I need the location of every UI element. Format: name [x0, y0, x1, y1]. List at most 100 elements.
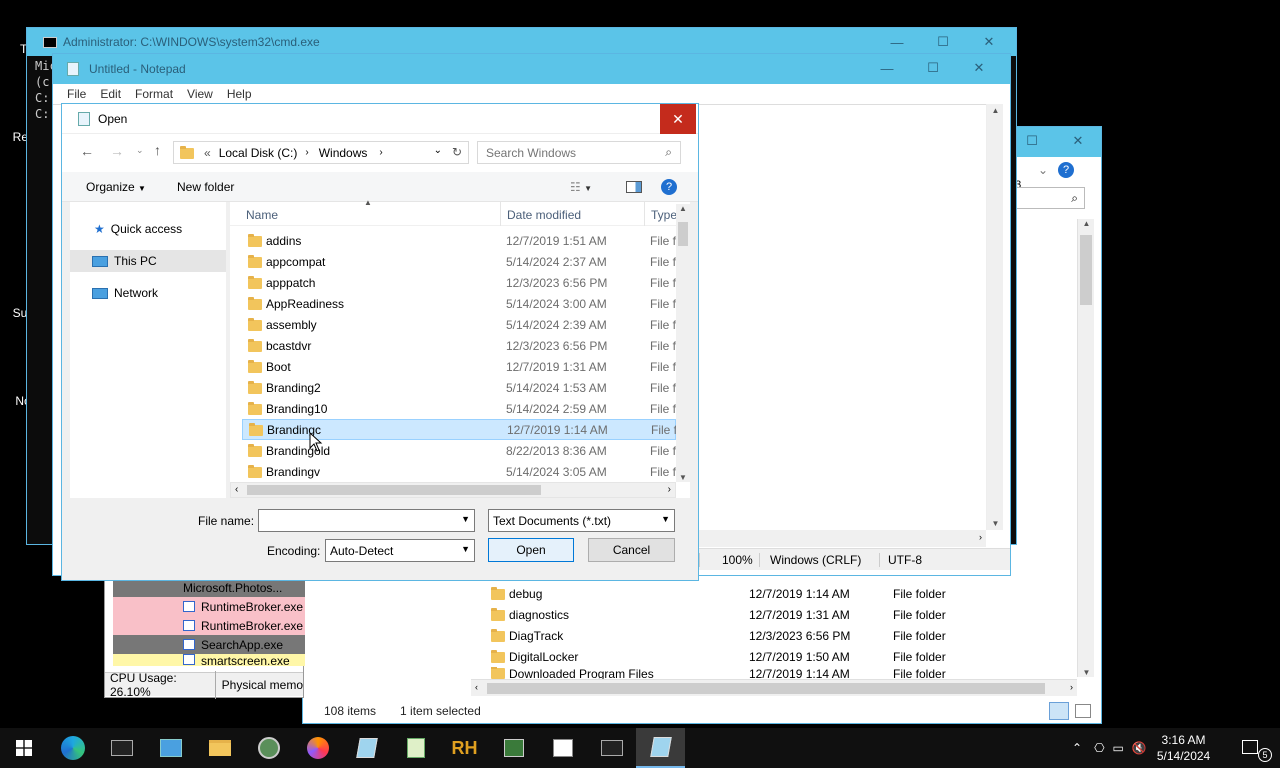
file-row[interactable]: Branding10 5/14/2024 2:59 AM File f — [242, 398, 676, 419]
notepad-vertical-scrollbar[interactable]: ▲ ▼ — [986, 104, 1003, 530]
process-row[interactable]: RuntimeBroker.exe — [113, 616, 305, 635]
chevron-right-icon[interactable]: › — [379, 147, 382, 158]
nav-network[interactable]: Network — [70, 282, 226, 304]
minimize-button[interactable]: — — [864, 54, 910, 82]
taskbar-firefox[interactable] — [293, 728, 342, 768]
search-input[interactable] — [486, 142, 656, 163]
taskbar-task-manager[interactable] — [489, 728, 538, 768]
refresh-icon[interactable]: ↻ — [452, 145, 462, 159]
chevron-down-icon[interactable]: ⌄ — [1038, 163, 1048, 177]
close-button[interactable]: ✕ — [660, 104, 696, 134]
file-row[interactable]: appcompat 5/14/2024 2:37 AM File f — [242, 251, 676, 272]
menu-view[interactable]: View — [187, 87, 213, 101]
list-item[interactable]: DiagTrack 12/3/2023 6:56 PM File folder — [485, 625, 1075, 646]
close-button[interactable]: ✕ — [1055, 127, 1101, 155]
column-type[interactable]: Type — [651, 208, 677, 222]
clock[interactable]: 3:16 AM 5/14/2024 — [1157, 732, 1210, 764]
taskbar-network-tool[interactable] — [244, 728, 293, 768]
list-item[interactable]: DigitalLocker 12/7/2019 1:50 AM File folde… — [485, 646, 1075, 667]
explorer-horizontal-scrollbar[interactable]: ‹ › — [471, 679, 1077, 696]
taskbar-edge[interactable] — [48, 728, 97, 768]
organize-button[interactable]: Organize ▼ — [86, 180, 146, 194]
help-icon[interactable]: ? — [661, 179, 677, 195]
help-icon[interactable]: ? — [1058, 162, 1075, 178]
network-icon[interactable]: ▭ — [1113, 741, 1124, 755]
taskbar-cmd[interactable] — [97, 728, 146, 768]
file-list-horizontal-scrollbar[interactable]: ‹ › — [230, 482, 676, 498]
nav-this-pc[interactable]: This PC — [70, 250, 226, 272]
close-button[interactable]: ✕ — [966, 28, 1012, 56]
address-bar[interactable]: « Local Disk (C:) › Windows › ⌄ ↻ — [173, 141, 469, 164]
file-row[interactable]: Boot 12/7/2019 1:31 AM File f — [242, 356, 676, 377]
menu-format[interactable]: Format — [135, 87, 173, 101]
taskbar-resource-hacker[interactable]: RH — [440, 728, 489, 768]
taskbar-notepad-plus[interactable] — [391, 728, 440, 768]
preview-pane-icon[interactable] — [626, 181, 642, 193]
breadcrumb-windows[interactable]: Windows — [319, 146, 368, 160]
file-row[interactable]: bcastdvr 12/3/2023 6:56 PM File f — [242, 335, 676, 356]
breadcrumb-local-disk[interactable]: Local Disk (C:) — [219, 146, 298, 160]
cmd-titlebar[interactable]: Administrator: C:\WINDOWS\system32\cmd.e… — [27, 28, 1016, 56]
file-row[interactable]: apppatch 12/3/2023 6:56 PM File f — [242, 272, 676, 293]
chevron-down-icon[interactable]: ⌄ — [434, 145, 442, 156]
explorer-search-box[interactable]: ⌕ — [1009, 187, 1085, 209]
large-icons-view-icon[interactable] — [1075, 704, 1091, 718]
process-row[interactable]: SearchApp.exe — [113, 635, 305, 654]
minimize-button[interactable]: — — [874, 28, 920, 56]
taskbar-notepad-active[interactable] — [636, 728, 685, 768]
notepad-titlebar[interactable]: Untitled - Notepad — ☐ ✕ — [53, 54, 1010, 84]
notepad-horizontal-scrollbar[interactable]: › — [699, 530, 986, 547]
notification-icon[interactable] — [1242, 740, 1258, 754]
taskbar-notepad[interactable] — [342, 728, 391, 768]
file-row[interactable]: assembly 5/14/2024 2:39 AM File f — [242, 314, 676, 335]
list-item[interactable]: debug 12/7/2019 1:14 AM File folder — [485, 583, 1075, 604]
menu-help[interactable]: Help — [227, 87, 252, 101]
close-button[interactable]: ✕ — [956, 54, 1002, 82]
file-name-input[interactable] — [263, 513, 453, 528]
task-manager-window[interactable]: Microsoft.Photos... RuntimeBroker.exe Ru… — [104, 577, 305, 699]
process-row[interactable]: RuntimeBroker.exe — [113, 597, 305, 616]
search-box[interactable]: ⌕ — [477, 141, 681, 164]
chevron-down-icon[interactable]: ⌄ — [136, 145, 144, 156]
nav-quick-access[interactable]: ★ Quick access — [70, 218, 226, 240]
file-list-vertical-scrollbar[interactable]: ▲ ▼ — [676, 204, 690, 482]
process-row[interactable]: smartscreen.exe — [113, 654, 305, 666]
chevron-right-icon[interactable]: › — [305, 147, 308, 158]
taskbar-cmd-2[interactable] — [587, 728, 636, 768]
column-date-modified[interactable]: Date modified — [507, 208, 581, 222]
details-view-icon[interactable] — [1049, 702, 1069, 720]
back-arrow-icon[interactable]: ← — [80, 143, 94, 159]
network-adapter-icon[interactable]: ⎔ — [1094, 741, 1104, 755]
view-options-icon[interactable]: ☷ ▼ — [570, 180, 592, 194]
file-name-combo[interactable]: ▼ — [258, 509, 475, 532]
list-item[interactable]: diagnostics 12/7/2019 1:31 AM File folder — [485, 604, 1075, 625]
taskbar-control-panel[interactable] — [146, 728, 195, 768]
menu-file[interactable]: File — [67, 87, 86, 101]
maximize-button[interactable]: ☐ — [910, 54, 956, 82]
taskbar-file-explorer[interactable] — [195, 728, 244, 768]
column-name[interactable]: Name — [246, 208, 278, 222]
encoding-select[interactable]: Auto-Detect ▼ — [325, 539, 475, 562]
taskbar-app[interactable] — [538, 728, 587, 768]
file-type-select[interactable]: Text Documents (*.txt) ▼ — [488, 509, 675, 532]
file-row[interactable]: AppReadiness 5/14/2024 3:00 AM File f — [242, 293, 676, 314]
menu-edit[interactable]: Edit — [100, 87, 121, 101]
chevron-down-icon[interactable]: ▼ — [461, 544, 470, 554]
file-row[interactable]: Brandingv 5/14/2024 3:05 AM File f — [242, 461, 676, 482]
file-row[interactable]: Brandingold 8/22/2013 8:36 AM File f — [242, 440, 676, 461]
volume-muted-icon[interactable]: 🔇 — [1132, 741, 1147, 755]
chevron-down-icon[interactable]: ▼ — [661, 514, 670, 524]
file-row[interactable]: addins 12/7/2019 1:51 AM File f — [242, 230, 676, 251]
up-arrow-icon[interactable]: ↑ — [154, 142, 161, 158]
chevron-down-icon[interactable]: ▼ — [461, 514, 470, 524]
file-row[interactable]: Branding2 5/14/2024 1:53 AM File f — [242, 377, 676, 398]
list-item[interactable]: Downloaded Program Files 12/7/2019 1:14 A… — [485, 667, 1075, 679]
open-dialog-titlebar[interactable]: Open ✕ — [62, 104, 698, 134]
forward-arrow-icon[interactable]: → — [110, 143, 124, 159]
explorer-vertical-scrollbar[interactable]: ▲ ▼ — [1077, 219, 1094, 677]
open-dialog[interactable]: Open ✕ ← → ⌄ ↑ « Local Disk (C:) › Windo… — [61, 103, 699, 581]
maximize-button[interactable]: ☐ — [920, 28, 966, 56]
cancel-button[interactable]: Cancel — [588, 538, 675, 562]
file-row[interactable]: Brandingc 12/7/2019 1:14 AM File f — [242, 419, 676, 440]
start-button[interactable] — [0, 728, 48, 768]
